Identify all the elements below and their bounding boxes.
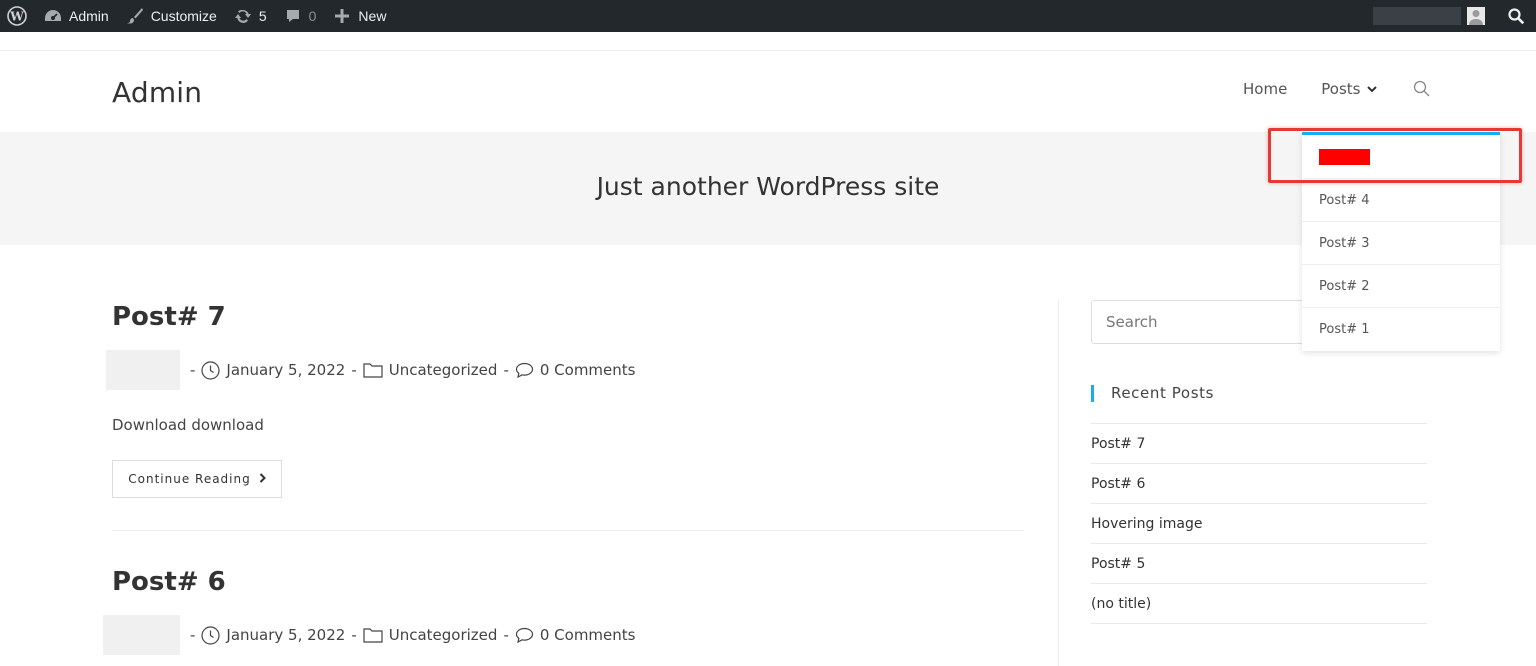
dropdown-item-post-2[interactable]: Post# 2 [1302,265,1500,308]
svg-text:W: W [9,10,24,24]
clock-icon [201,360,221,380]
nav-home[interactable]: Home [1243,80,1287,98]
recent-post-link[interactable]: (no title) [1091,584,1427,624]
paintbrush-icon [125,6,145,26]
admin-bar-secondary [1373,0,1536,32]
plus-icon [332,6,352,26]
comment-bubble-icon [515,627,533,643]
recent-posts-list: Post# 7 Post# 6 Hovering image Post# 5 (… [1091,423,1427,624]
comments-count: 0 [308,8,317,24]
site-name-menu[interactable]: Admin [35,0,117,32]
post-comments-text: 0 Comments [539,361,636,379]
post-comments[interactable]: 0 Comments [515,626,636,644]
post-date-text: January 5, 2022 [226,361,346,379]
updates-icon [233,6,253,26]
comment-bubble-icon [515,362,533,378]
dropdown-item-post-5[interactable]: Post# 5 [1302,135,1500,179]
folder-icon [363,363,383,378]
dropdown-item-post-1[interactable]: Post# 1 [1302,308,1500,351]
post-entry: Post# 7 [112,302,1024,332]
post-comments[interactable]: 0 Comments [515,361,636,379]
meta-separator: - [190,626,196,644]
post-title[interactable]: Post# 6 [112,567,1024,597]
admin-search-icon[interactable] [1505,5,1527,27]
post-excerpt: Download download [112,416,264,434]
updates-count: 5 [258,8,267,24]
posts-dropdown-menu: Post# 5 Post# 4 Post# 3 Post# 2 Post# 1 [1302,132,1500,351]
post-date: January 5, 2022 [201,625,346,645]
admin-bar: W Admin Customize 5 0 New [0,0,1536,32]
redacted-label: Post# 5 [1319,148,1370,165]
author-redacted[interactable] [103,615,180,655]
sidebar-search-input[interactable] [1091,300,1321,344]
search-icon[interactable] [1413,80,1431,98]
chevron-right-icon [259,472,266,486]
post-title[interactable]: Post# 7 [112,302,1024,332]
main-navigation: Home Posts [1243,80,1431,98]
updates-link[interactable]: 5 [225,0,275,32]
header-divider [0,50,1536,51]
sidebar-divider [1058,300,1059,666]
chevron-down-icon [1366,83,1377,96]
post-category[interactable]: Uncategorized [363,626,498,644]
dropdown-item-post-4[interactable]: Post# 4 [1302,179,1500,222]
site-name-label: Admin [69,8,109,24]
post-entry: Post# 6 [112,567,1024,597]
continue-reading-button[interactable]: Continue Reading [112,460,282,498]
wordpress-menu[interactable]: W [0,0,35,32]
meta-separator: - [503,361,509,379]
meta-separator: - [351,361,357,379]
recent-post-link[interactable]: Post# 6 [1091,464,1427,504]
meta-separator: - [190,361,196,379]
wordpress-logo-icon: W [7,6,27,26]
new-content-menu[interactable]: New [324,0,394,32]
new-label: New [358,8,387,24]
customize-link[interactable]: Customize [117,0,225,32]
recent-post-link[interactable]: Hovering image [1091,504,1427,544]
author-redacted[interactable] [106,350,180,390]
recent-post-link[interactable]: Post# 5 [1091,544,1427,584]
customize-label: Customize [150,8,217,24]
comments-link[interactable]: 0 [275,0,325,32]
recent-posts-title: Recent Posts [1091,385,1214,402]
post-meta: - January 5, 2022 - Uncategorized - 0 Co… [103,615,635,655]
meta-separator: - [503,626,509,644]
avatar[interactable] [1467,7,1485,25]
post-date: January 5, 2022 [201,360,346,380]
comment-icon [283,6,303,26]
folder-icon [363,628,383,643]
post-date-text: January 5, 2022 [226,626,346,644]
post-comments-text: 0 Comments [539,626,636,644]
post-divider [112,530,1024,531]
post-category-text: Uncategorized [388,361,498,379]
dashboard-icon [43,6,63,26]
clock-icon [201,625,221,645]
nav-posts-label: Posts [1321,80,1361,98]
account-name-redacted[interactable] [1373,7,1461,25]
post-meta: - January 5, 2022 - Uncategorized - 0 Co… [106,350,635,390]
post-category[interactable]: Uncategorized [363,361,498,379]
recent-post-link[interactable]: Post# 7 [1091,424,1427,464]
continue-reading-label: Continue Reading [128,472,251,486]
meta-separator: - [351,626,357,644]
post-category-text: Uncategorized [388,626,498,644]
nav-posts[interactable]: Posts [1321,80,1377,98]
dropdown-item-post-3[interactable]: Post# 3 [1302,222,1500,265]
site-title[interactable]: Admin [112,76,202,109]
